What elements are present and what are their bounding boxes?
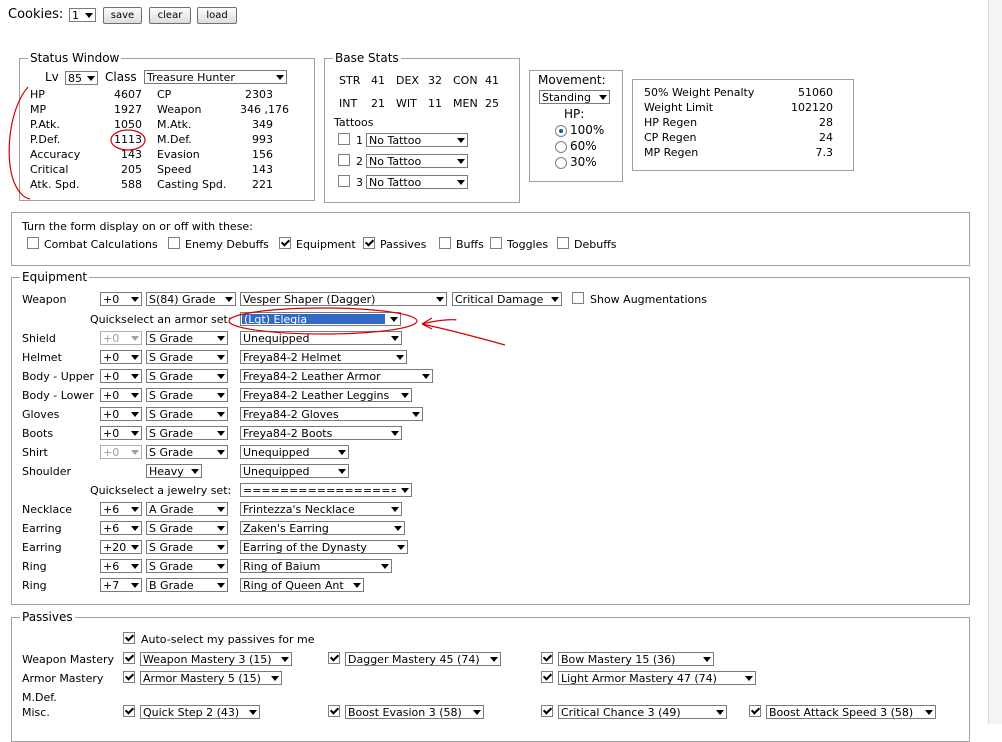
- page-scrollbar[interactable]: [988, 0, 1002, 724]
- annotation-circle-armor-set: [228, 307, 418, 335]
- annotation-circle-pdef: [110, 129, 146, 151]
- annotation-arrow: [421, 317, 506, 346]
- red-annotation-overlay: [8, 86, 506, 346]
- annotation-bracket: [8, 86, 31, 200]
